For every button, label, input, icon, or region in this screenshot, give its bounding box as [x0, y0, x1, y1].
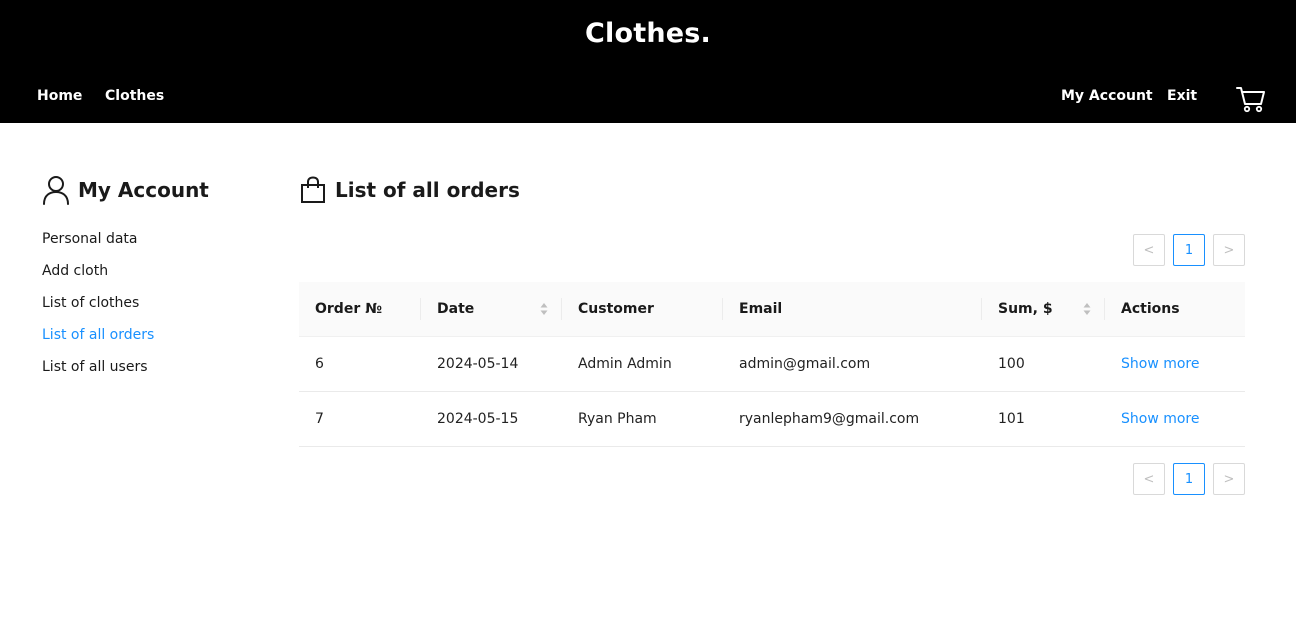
sidebar-menu: Personal data Add cloth List of clothes … [42, 230, 154, 390]
sidebar-header: My Account [42, 173, 209, 207]
cell-order-number: 7 [299, 391, 421, 447]
sidebar-item-add-cloth[interactable]: Add cloth [42, 262, 154, 294]
cell-email: ryanlepham9@gmail.com [723, 391, 982, 447]
nav-my-account-link[interactable]: My Account [1061, 88, 1153, 104]
top-header: Clothes. Home Clothes My Account Exit [0, 0, 1296, 123]
cell-customer: Admin Admin [562, 336, 723, 392]
orders-table: Order № Date Customer Email Sum, $ Actio… [299, 282, 1245, 447]
column-header-actions: Actions [1105, 282, 1245, 337]
sidebar-item-personal-data[interactable]: Personal data [42, 230, 154, 262]
sort-icon[interactable] [1083, 302, 1091, 316]
column-header-email: Email [723, 282, 982, 337]
sidebar-item-list-of-all-orders[interactable]: List of all orders [42, 326, 154, 358]
cell-sum: 101 [982, 391, 1105, 447]
table-row: 7 2024-05-15 Ryan Pham ryanlepham9@gmail… [299, 391, 1245, 447]
column-header-order-number: Order № [299, 282, 421, 337]
pagination-bottom: < 1 > [1133, 463, 1245, 495]
show-more-link[interactable]: Show more [1121, 356, 1200, 372]
cart-icon[interactable] [1236, 85, 1266, 113]
nav-exit-link[interactable]: Exit [1167, 88, 1197, 104]
user-icon [43, 176, 69, 205]
pagination-next-button[interactable]: > [1213, 463, 1245, 495]
sort-icon[interactable] [540, 302, 548, 316]
cell-customer: Ryan Pham [562, 391, 723, 447]
nav-home-link[interactable]: Home [37, 88, 82, 104]
nav-clothes-link[interactable]: Clothes [105, 88, 164, 104]
column-header-date[interactable]: Date [421, 282, 562, 337]
brand-logo[interactable]: Clothes. [0, 18, 1296, 49]
table-header-row: Order № Date Customer Email Sum, $ Actio… [299, 282, 1245, 337]
cell-sum: 100 [982, 336, 1105, 392]
sidebar-title: My Account [78, 178, 209, 202]
pagination-page-1[interactable]: 1 [1173, 463, 1205, 495]
cell-date: 2024-05-15 [421, 391, 562, 447]
cell-date: 2024-05-14 [421, 336, 562, 392]
pagination-top: < 1 > [1133, 234, 1245, 266]
show-more-link[interactable]: Show more [1121, 411, 1200, 427]
shopping-bag-icon [301, 176, 325, 203]
pagination-next-button[interactable]: > [1213, 234, 1245, 266]
column-header-sum[interactable]: Sum, $ [982, 282, 1105, 337]
column-header-customer: Customer [562, 282, 723, 337]
pagination-prev-button[interactable]: < [1133, 234, 1165, 266]
pagination-prev-button[interactable]: < [1133, 463, 1165, 495]
cell-actions: Show more [1105, 336, 1245, 392]
page-title: List of all orders [335, 178, 520, 202]
table-row: 6 2024-05-14 Admin Admin admin@gmail.com… [299, 336, 1245, 392]
cell-order-number: 6 [299, 336, 421, 392]
cell-actions: Show more [1105, 391, 1245, 447]
main-header: List of all orders [300, 173, 520, 207]
sidebar-item-list-of-clothes[interactable]: List of clothes [42, 294, 154, 326]
cell-email: admin@gmail.com [723, 336, 982, 392]
sidebar-item-list-of-all-users[interactable]: List of all users [42, 358, 154, 390]
pagination-page-1[interactable]: 1 [1173, 234, 1205, 266]
